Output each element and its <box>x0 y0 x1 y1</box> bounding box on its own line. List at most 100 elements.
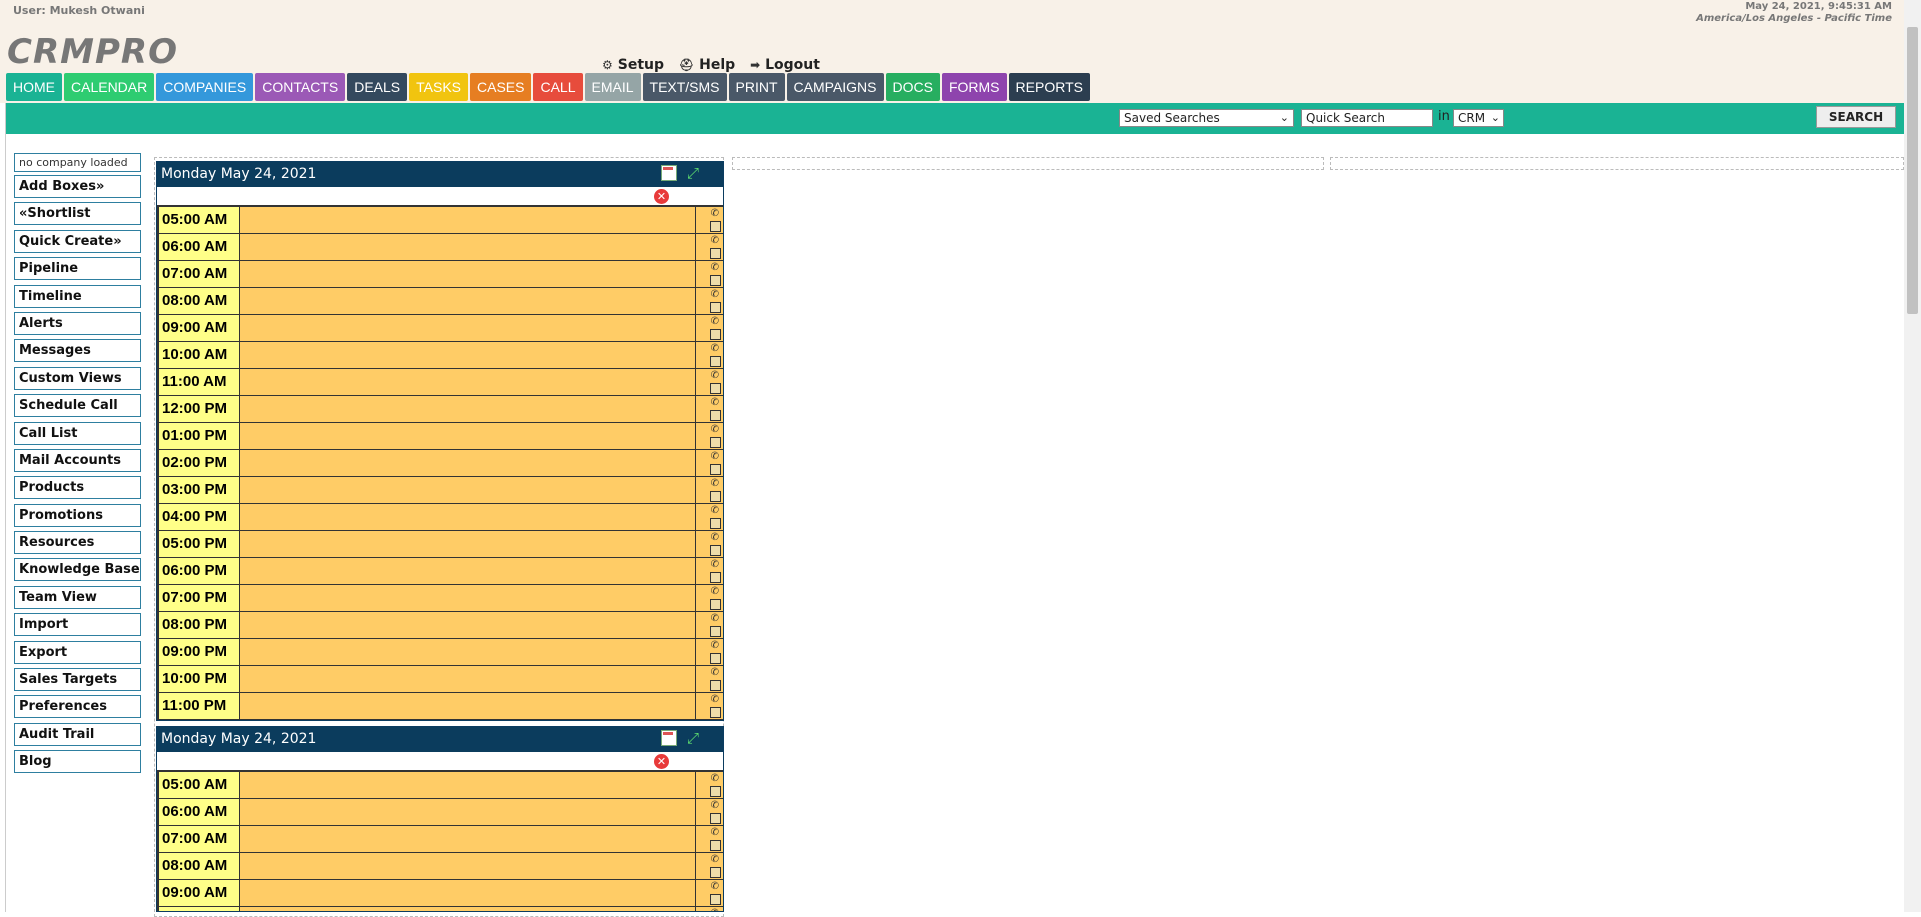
saved-searches-select[interactable]: Saved Searches ⌄ <box>1119 109 1294 127</box>
time-slot[interactable]: 07:00 PM ✆ <box>157 585 723 612</box>
slot-area[interactable] <box>240 826 695 852</box>
calendar-add-icon[interactable] <box>661 165 677 181</box>
time-slot[interactable]: 04:00 PM ✆ <box>157 504 723 531</box>
phone-icon[interactable]: ✆ <box>711 289 719 300</box>
slot-area[interactable] <box>240 772 695 798</box>
calendar-icon[interactable] <box>710 464 721 475</box>
slot-area[interactable] <box>240 558 695 584</box>
slot-area[interactable] <box>240 315 695 341</box>
slot-area[interactable] <box>240 450 695 476</box>
close-icon[interactable]: ✕ <box>654 189 669 204</box>
nav-tab-call[interactable]: CALL <box>533 73 583 101</box>
sidebar-item-call-list[interactable]: Call List <box>14 421 141 445</box>
slot-area[interactable] <box>240 531 695 557</box>
expand-icon[interactable]: ⤢ <box>685 165 701 181</box>
search-button[interactable]: SEARCH <box>1816 106 1896 128</box>
calendar-icon[interactable] <box>710 813 721 824</box>
sidebar-item-mail-accounts[interactable]: Mail Accounts <box>14 448 141 472</box>
nav-tab-reports[interactable]: REPORTS <box>1008 73 1090 101</box>
expand-icon[interactable]: ⤢ <box>685 730 701 746</box>
app-logo[interactable]: CRMPRO <box>7 32 178 72</box>
phone-icon[interactable]: ✆ <box>711 827 719 838</box>
calendar-icon[interactable] <box>710 275 721 286</box>
time-slot[interactable]: 07:00 AM ✆ <box>157 261 723 288</box>
phone-icon[interactable]: ✆ <box>711 505 719 516</box>
sidebar-item-knowledge-base[interactable]: Knowledge Base <box>14 558 141 582</box>
time-slot[interactable]: 08:00 AM ✆ <box>157 853 723 880</box>
time-slot[interactable]: 11:00 PM ✆ <box>157 693 723 720</box>
time-slot[interactable]: 01:00 PM ✆ <box>157 423 723 450</box>
phone-icon[interactable]: ✆ <box>711 559 719 570</box>
sidebar-item-preferences[interactable]: Preferences <box>14 695 141 719</box>
time-slot[interactable]: 09:00 PM ✆ <box>157 639 723 666</box>
close-icon[interactable]: ✕ <box>654 754 669 769</box>
time-slot[interactable]: 12:00 PM ✆ <box>157 396 723 423</box>
sidebar-item-timeline[interactable]: Timeline <box>14 284 141 308</box>
calendar-icon[interactable] <box>710 572 721 583</box>
time-slot[interactable]: 06:00 AM ✆ <box>157 234 723 261</box>
phone-icon[interactable]: ✆ <box>711 667 719 678</box>
phone-icon[interactable]: ✆ <box>711 773 719 784</box>
slot-area[interactable] <box>240 288 695 314</box>
nav-tab-deals[interactable]: DEALS <box>347 73 408 101</box>
nav-tab-tasks[interactable]: TASKS <box>409 73 468 101</box>
calendar-icon[interactable] <box>710 894 721 905</box>
calendar-icon[interactable] <box>710 867 721 878</box>
time-slot[interactable]: 03:00 PM ✆ <box>157 477 723 504</box>
slot-area[interactable] <box>240 423 695 449</box>
phone-icon[interactable]: ✆ <box>711 235 719 246</box>
sidebar-item-alerts[interactable]: Alerts <box>14 311 141 335</box>
nav-tab-calendar[interactable]: CALENDAR <box>64 73 155 101</box>
search-module-select[interactable]: CRM ⌄ <box>1453 109 1504 127</box>
phone-icon[interactable]: ✆ <box>711 800 719 811</box>
nav-tab-cases[interactable]: CASES <box>470 73 532 101</box>
sidebar-item-schedule-call[interactable]: Schedule Call <box>14 394 141 418</box>
phone-icon[interactable]: ✆ <box>711 478 719 489</box>
phone-icon[interactable]: ✆ <box>711 908 719 911</box>
phone-icon[interactable]: ✆ <box>711 613 719 624</box>
quick-search-input[interactable]: Quick Search <box>1301 109 1433 127</box>
calendar-icon[interactable] <box>710 840 721 851</box>
time-slot[interactable]: 05:00 PM ✆ <box>157 531 723 558</box>
calendar-icon[interactable] <box>710 599 721 610</box>
calendar-icon[interactable] <box>710 626 721 637</box>
sidebar-item-products[interactable]: Products <box>14 476 141 500</box>
calendar-icon[interactable] <box>710 302 721 313</box>
vertical-scrollbar[interactable] <box>1904 0 1921 912</box>
calendar-icon[interactable] <box>710 518 721 529</box>
calendar-icon[interactable] <box>710 329 721 340</box>
slot-area[interactable] <box>240 853 695 879</box>
slot-area[interactable] <box>240 477 695 503</box>
time-slot[interactable]: 08:00 PM ✆ <box>157 612 723 639</box>
slot-area[interactable] <box>240 504 695 530</box>
calendar-icon[interactable] <box>710 653 721 664</box>
time-slot[interactable]: 05:00 AM ✆ <box>157 772 723 799</box>
sidebar-item-shortlist[interactable]: «Shortlist <box>14 202 141 226</box>
sidebar-item-resources[interactable]: Resources <box>14 531 141 555</box>
nav-tab-docs[interactable]: DOCS <box>885 73 940 101</box>
help-link[interactable]: Help <box>699 57 735 73</box>
nav-tab-campaigns[interactable]: CAMPAIGNS <box>786 73 884 101</box>
calendar-icon[interactable] <box>710 545 721 556</box>
slot-area[interactable] <box>240 907 695 911</box>
logout-link[interactable]: Logout <box>765 57 820 73</box>
setup-link[interactable]: Setup <box>618 57 664 73</box>
sidebar-item-quick-create[interactable]: Quick Create» <box>14 229 141 253</box>
slot-area[interactable] <box>240 369 695 395</box>
slot-area[interactable] <box>240 585 695 611</box>
time-slot[interactable]: 09:00 AM ✆ <box>157 315 723 342</box>
scrollbar-thumb[interactable] <box>1907 27 1918 314</box>
nav-tab-forms[interactable]: FORMS <box>941 73 1007 101</box>
calendar-icon[interactable] <box>710 491 721 502</box>
time-slot[interactable]: 07:00 AM ✆ <box>157 826 723 853</box>
time-slot[interactable]: 08:00 AM ✆ <box>157 288 723 315</box>
sidebar-item-add-boxes[interactable]: Add Boxes» <box>14 175 141 198</box>
time-slot[interactable]: 09:00 AM ✆ <box>157 880 723 907</box>
phone-icon[interactable]: ✆ <box>711 532 719 543</box>
calendar-add-icon[interactable] <box>661 730 677 746</box>
phone-icon[interactable]: ✆ <box>711 854 719 865</box>
time-slot[interactable]: 05:00 AM ✆ <box>157 207 723 234</box>
slot-area[interactable] <box>240 396 695 422</box>
slot-area[interactable] <box>240 639 695 665</box>
slot-area[interactable] <box>240 261 695 287</box>
